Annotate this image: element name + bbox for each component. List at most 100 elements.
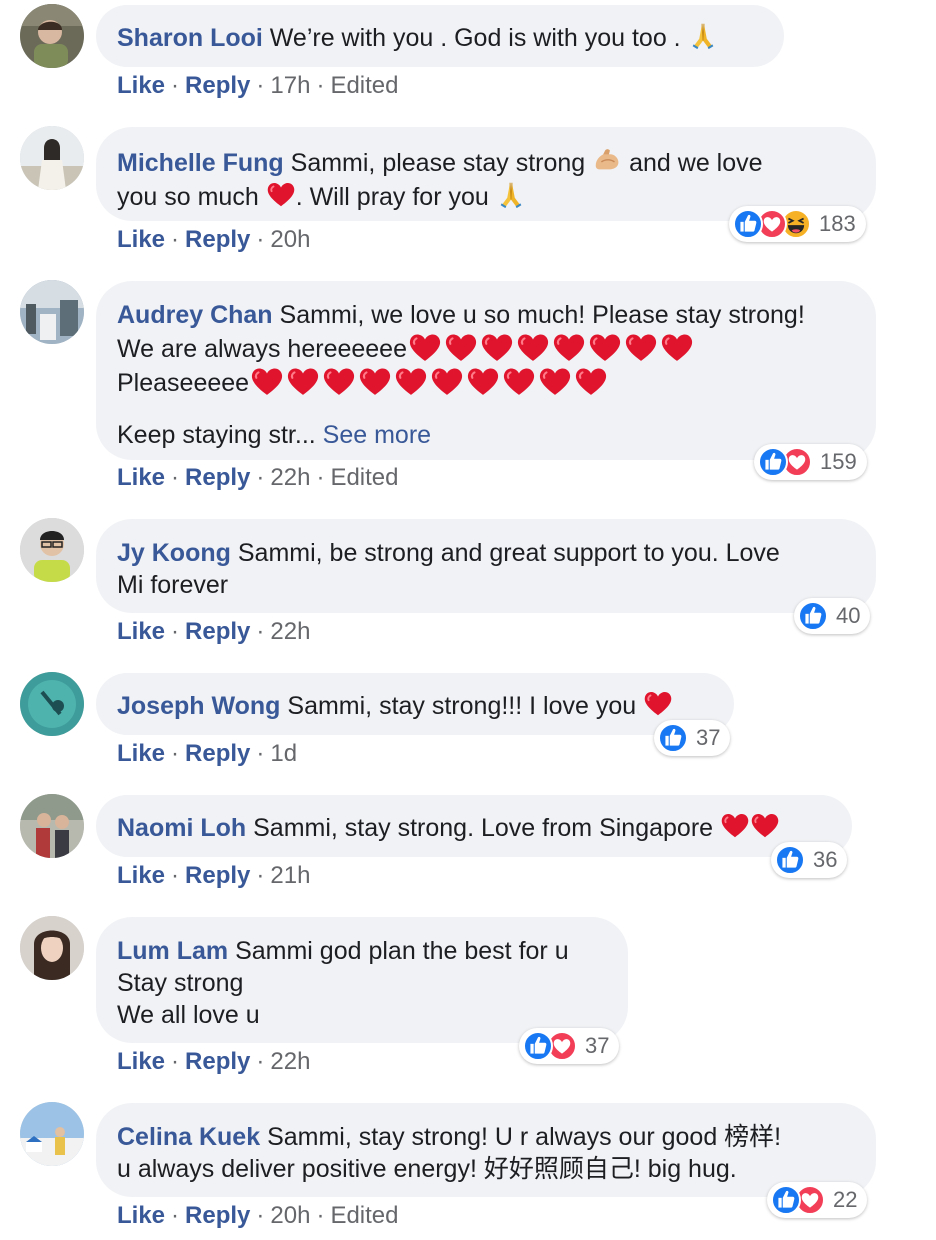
reaction-summary[interactable]: 22	[767, 1182, 868, 1218]
comment-bubble: Naomi Loh Sammi, stay strong. Love from …	[96, 795, 852, 857]
like-link[interactable]: Like	[117, 1202, 165, 1229]
comment-body: We’re with you . God is with you too .	[269, 24, 688, 52]
reaction-count: 22	[833, 1187, 858, 1212]
red-heart-icon	[587, 331, 623, 363]
reaction-summary[interactable]: 183	[729, 206, 866, 242]
reply-link[interactable]: Reply	[185, 862, 250, 889]
avatar[interactable]	[20, 518, 84, 582]
avatar-photo	[20, 126, 84, 190]
comment-time[interactable]: 22h	[270, 618, 310, 645]
praying-hands-icon	[688, 20, 718, 50]
like-reaction-icon	[658, 723, 688, 753]
comment-author[interactable]: Joseph Wong	[117, 692, 280, 720]
like-link[interactable]: Like	[117, 740, 165, 767]
reply-link[interactable]: Reply	[185, 618, 250, 645]
reply-link[interactable]: Reply	[185, 226, 250, 253]
avatar[interactable]	[20, 280, 84, 344]
comment-text-line: Jy Koong Sammi, be strong and great supp…	[117, 539, 780, 567]
reaction-summary[interactable]: 37	[519, 1028, 620, 1064]
comment-actions: Like · Reply · 20h	[117, 226, 311, 253]
comment-time[interactable]: 17h	[270, 72, 310, 99]
edited-label[interactable]: Edited	[330, 72, 398, 99]
red-heart-icon	[659, 331, 695, 363]
like-link[interactable]: Like	[117, 226, 165, 253]
like-link[interactable]: Like	[117, 862, 165, 889]
comment-time[interactable]: 20h	[270, 226, 310, 253]
avatar-photo	[20, 916, 84, 980]
reaction-summary[interactable]: 36	[771, 842, 848, 878]
avatar-photo	[20, 4, 84, 68]
comment-author[interactable]: Jy Koong	[117, 539, 231, 567]
like-link[interactable]: Like	[117, 618, 165, 645]
reply-link[interactable]: Reply	[185, 72, 250, 99]
flexed-biceps-icon	[592, 145, 622, 175]
like-reaction-icon	[758, 447, 788, 477]
comment-text: Naomi Loh Sammi, stay strong. Love from …	[117, 810, 830, 844]
reply-link[interactable]: Reply	[185, 1202, 250, 1229]
reply-link[interactable]: Reply	[185, 740, 250, 767]
see-more-link[interactable]: See more	[323, 421, 431, 449]
comment-time[interactable]: 21h	[270, 862, 310, 889]
avatar-photo	[20, 1102, 84, 1166]
avatar[interactable]	[20, 916, 84, 980]
comment-bubble: Jy Koong Sammi, be strong and great supp…	[96, 519, 876, 613]
comment-bubble: Audrey Chan Sammi, we love u so much! Pl…	[96, 281, 876, 460]
comment-text: Joseph Wong Sammi, stay strong!!! I love…	[117, 688, 712, 722]
hearts-row	[407, 331, 695, 363]
red-heart-icon	[573, 365, 609, 397]
comment-author[interactable]: Michelle Fung	[117, 149, 284, 177]
comment-actions: Like · Reply · 22h · Edited	[117, 464, 399, 491]
avatar[interactable]	[20, 126, 84, 190]
edited-label[interactable]: Edited	[330, 1202, 398, 1229]
like-reaction-icon	[775, 845, 805, 875]
avatar[interactable]	[20, 672, 84, 736]
edited-label[interactable]: Edited	[330, 464, 398, 491]
reaction-summary[interactable]: 159	[754, 444, 867, 480]
red-heart-icon	[479, 331, 515, 363]
comment-author[interactable]: Sharon Looi	[117, 24, 263, 52]
red-heart-icon	[443, 331, 479, 363]
red-heart-icon	[501, 365, 537, 397]
comment-author[interactable]: Naomi Loh	[117, 814, 246, 842]
like-reaction-icon	[523, 1031, 553, 1061]
hearts-row	[249, 365, 609, 397]
comment-author[interactable]: Lum Lam	[117, 937, 228, 965]
comment-author[interactable]: Celina Kuek	[117, 1123, 260, 1151]
red-heart-icon	[643, 688, 673, 718]
comment-text-line: We are always hereeeeee	[117, 331, 854, 365]
like-reaction-icon	[798, 601, 828, 631]
comment-time[interactable]: 1d	[270, 740, 297, 767]
reaction-summary[interactable]: 37	[654, 720, 731, 756]
like-link[interactable]: Like	[117, 464, 165, 491]
comment-text-line: Mi forever	[117, 571, 229, 599]
avatar[interactable]	[20, 4, 84, 68]
comment-text-line: Audrey Chan Sammi, we love u so much! Pl…	[117, 301, 805, 329]
avatar-photo	[20, 280, 84, 344]
avatar[interactable]	[20, 794, 84, 858]
comment-author[interactable]: Audrey Chan	[117, 301, 273, 329]
comment-text: Sharon Looi We’re with you . God is with…	[117, 20, 762, 54]
red-heart-icon	[393, 365, 429, 397]
avatar-photo	[20, 672, 84, 736]
comment-time[interactable]: 20h	[270, 1202, 310, 1229]
reply-link[interactable]: Reply	[185, 1048, 250, 1075]
red-heart-icon	[537, 365, 573, 397]
comment-text-line: Pleaseeeee	[117, 365, 854, 399]
comment-actions: Like · Reply · 22h	[117, 618, 311, 645]
comment-text-line: Michelle Fung Sammi, please stay strong …	[117, 145, 854, 179]
comment-text-line: Lum Lam Sammi god plan the best for u	[117, 937, 569, 965]
red-heart-icon	[720, 810, 750, 840]
comment-text-line: Celina Kuek Sammi, stay strong! U r alwa…	[117, 1123, 782, 1151]
reaction-count: 159	[820, 449, 857, 474]
reaction-count: 37	[696, 725, 721, 750]
like-link[interactable]: Like	[117, 1048, 165, 1075]
reply-link[interactable]: Reply	[185, 464, 250, 491]
reaction-summary[interactable]: 40	[794, 598, 871, 634]
comment-time[interactable]: 22h	[270, 464, 310, 491]
comment-time[interactable]: 22h	[270, 1048, 310, 1075]
like-reaction-icon	[733, 209, 763, 239]
like-link[interactable]: Like	[117, 72, 165, 99]
red-heart-icon	[465, 365, 501, 397]
comment-actions: Like · Reply · 1d	[117, 740, 298, 767]
avatar[interactable]	[20, 1102, 84, 1166]
